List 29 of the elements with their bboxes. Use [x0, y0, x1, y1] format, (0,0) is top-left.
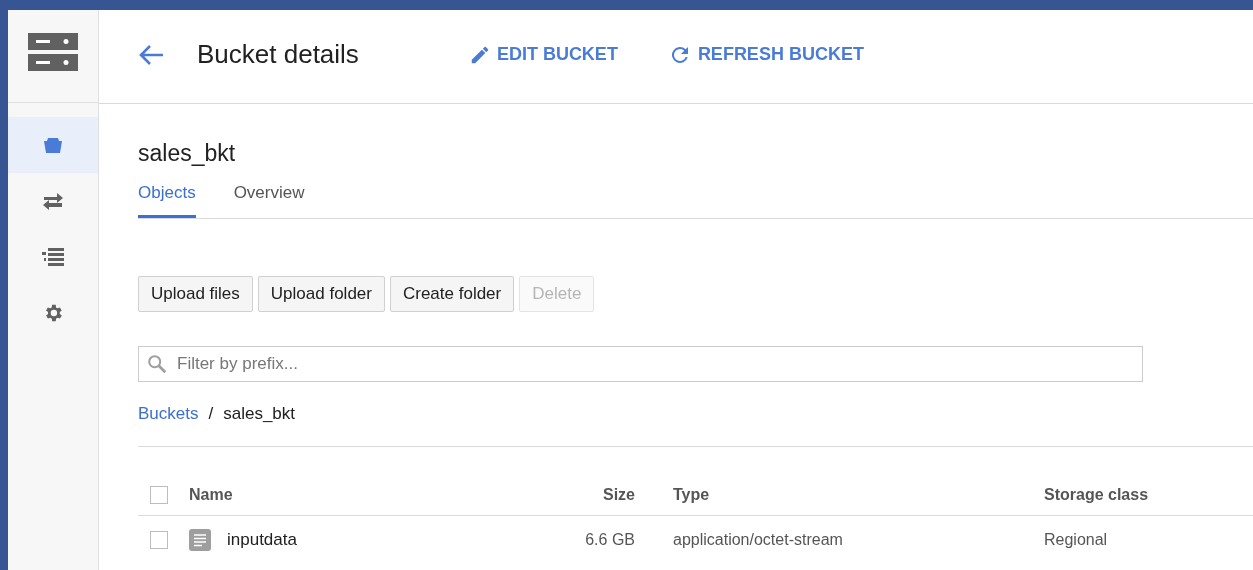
column-header: Name: [189, 486, 233, 504]
breadcrumb-current: sales_bkt: [223, 403, 296, 425]
file-name-link[interactable]: inputdata: [227, 530, 297, 550]
list-icon: [42, 247, 64, 267]
server-logo-icon: [28, 33, 78, 71]
table-cell: 6.6 GB: [585, 531, 635, 549]
edit-bucket-button[interactable]: EDIT BUCKET: [468, 43, 618, 66]
sidebar-item[interactable]: [8, 117, 98, 173]
table-cell: application/octet-stream: [673, 531, 843, 549]
filter-field[interactable]: Filter by prefix...: [138, 346, 1143, 382]
column-header: Size: [603, 486, 635, 504]
page-title: Bucket details: [197, 39, 359, 70]
tab[interactable]: Objects: [138, 168, 196, 218]
tab[interactable]: Overview: [233, 168, 305, 218]
back-arrow-icon: [137, 42, 165, 67]
action-button[interactable]: Upload folder: [257, 276, 385, 312]
breadcrumb-link[interactable]: Buckets: [138, 402, 199, 426]
table-cell: Regional: [1044, 531, 1108, 549]
action-button[interactable]: Create folder: [389, 276, 515, 312]
checkbox[interactable]: [150, 531, 168, 549]
breadcrumb-separator: /: [208, 403, 214, 425]
column-header: Storage class: [1044, 486, 1149, 504]
refresh-bucket-button[interactable]: REFRESH BUCKET: [667, 42, 864, 67]
checkbox[interactable]: [150, 486, 168, 504]
file-icon: [189, 529, 211, 551]
bucket-name: sales_bkt: [138, 139, 237, 168]
column-header: Type: [673, 486, 710, 504]
action-button[interactable]: Upload files: [138, 276, 253, 312]
transfer-arrows-icon: [42, 191, 64, 211]
